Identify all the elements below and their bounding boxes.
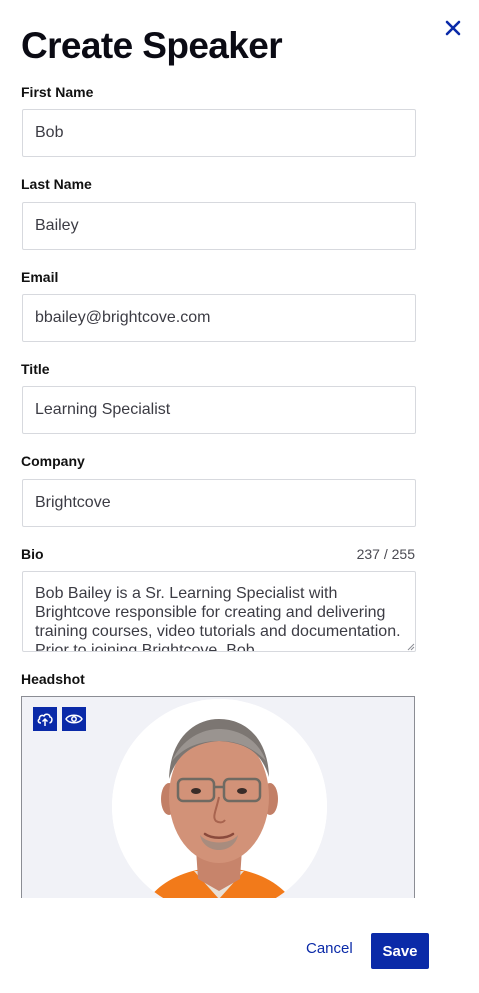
title-label: Title <box>21 361 50 377</box>
close-icon <box>445 20 461 36</box>
title-input[interactable] <box>22 386 416 434</box>
eye-icon <box>65 714 83 724</box>
last-name-input[interactable] <box>22 202 416 250</box>
save-button[interactable]: Save <box>371 933 429 969</box>
page-title: Create Speaker <box>21 25 283 66</box>
upload-cloud-icon <box>37 713 53 726</box>
headshot-dropzone[interactable] <box>21 696 415 906</box>
first-name-input[interactable] <box>22 109 416 157</box>
first-name-label: First Name <box>21 84 94 100</box>
resize-grip-icon[interactable] <box>406 642 415 651</box>
close-button[interactable] <box>441 16 465 40</box>
cancel-button[interactable]: Cancel <box>306 938 353 960</box>
avatar <box>112 699 327 905</box>
bio-char-count: 237 / 255 <box>356 546 415 562</box>
headshot-label: Headshot <box>21 671 85 687</box>
last-name-label: Last Name <box>21 176 92 192</box>
company-input[interactable] <box>22 479 416 527</box>
upload-button[interactable] <box>33 707 57 731</box>
bio-label: Bio <box>21 546 44 562</box>
preview-button[interactable] <box>62 707 86 731</box>
create-speaker-panel: Create Speaker First Name Last Name Emai… <box>0 0 479 993</box>
headshot-image <box>112 699 327 905</box>
bio-textarea[interactable]: Bob Bailey is a Sr. Learning Specialist … <box>22 571 416 652</box>
email-label: Email <box>21 269 59 285</box>
company-label: Company <box>21 453 85 469</box>
email-input[interactable] <box>22 294 416 342</box>
